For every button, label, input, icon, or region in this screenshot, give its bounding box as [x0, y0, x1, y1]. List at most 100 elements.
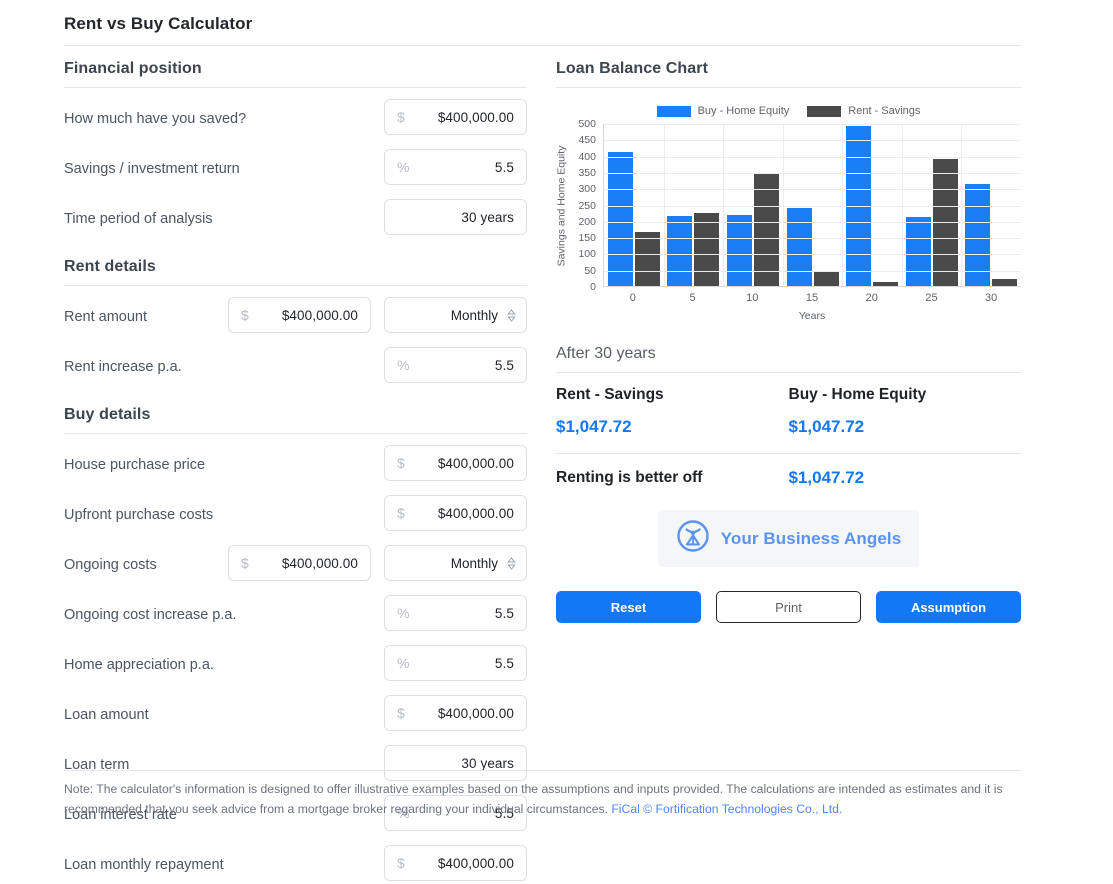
input-fields: 30 years [384, 199, 527, 235]
field-value: 5.5 [494, 357, 514, 373]
page-title: Rent vs Buy Calculator [64, 14, 253, 33]
assumption-button[interactable]: Assumption [876, 591, 1021, 623]
verdict-amount: $1,047.72 [788, 468, 865, 487]
input-label: Home appreciation p.a. [64, 656, 214, 673]
input-label: Ongoing costs [64, 556, 157, 573]
field-value: 5.5 [494, 655, 514, 671]
input-row-upfront-purchase-costs: Upfront purchase costs $ $400,000.00 [64, 495, 527, 534]
chart-y-axis-ticks: 0 50 100 150 200 250 300 350 400 450 500 [570, 118, 600, 293]
reset-button[interactable]: Reset [556, 591, 701, 623]
input-row-time-period-of-analysis: Time period of analysis 30 years [64, 199, 527, 238]
field-time-period-of-analysis[interactable]: 30 years [384, 199, 527, 235]
title-divider [64, 45, 1021, 46]
input-row-house-purchase-price: House purchase price $ $400,000.00 [64, 445, 527, 484]
footer-note-text: Note: The calculator's information is de… [64, 782, 1003, 816]
result-amount: $1,047.72 [556, 417, 632, 436]
action-buttons: Reset Print Assumption [556, 591, 1021, 623]
field-ongoing-costs[interactable]: $ $400,000.00 [228, 545, 371, 581]
field-value: $400,000.00 [437, 455, 514, 471]
category-divider [961, 124, 963, 286]
input-fields: $ $400,000.00 [384, 495, 527, 531]
verdict-row: Renting is better off $1,047.72 [556, 454, 1021, 488]
input-fields: $ $400,000.00 Monthly [228, 545, 527, 581]
legend-swatch [807, 105, 842, 117]
section-financial-position: Financial position [64, 60, 527, 88]
field-how-much-have-you-saved[interactable]: $ $400,000.00 [384, 99, 527, 135]
brand-pill: Your Business Angels [657, 510, 920, 567]
unit-prefix: % [397, 159, 410, 175]
result-label: Rent - Savings [556, 386, 664, 403]
field-value: $400,000.00 [437, 109, 514, 125]
bar-rent-savings-20 [873, 282, 899, 286]
input-label: Loan amount [64, 706, 149, 723]
gridline [604, 205, 1021, 207]
category-divider [782, 124, 784, 286]
field-home-appreciation-p-a[interactable]: % 5.5 [384, 645, 527, 681]
gridline [604, 270, 1021, 272]
input-row-loan-monthly-repayment: Loan monthly repayment $ $400,000.00 [64, 845, 527, 884]
section-heading: Buy details [64, 406, 151, 423]
chart-y-axis-title: Savings and Home Equity [555, 145, 568, 266]
unit-prefix: $ [241, 307, 249, 323]
unit-prefix: % [397, 357, 410, 373]
input-fields: % 5.5 [384, 347, 527, 383]
field-upfront-purchase-costs[interactable]: $ $400,000.00 [384, 495, 527, 531]
bar-buy-home-equity-25 [905, 216, 931, 286]
input-label: How much have you saved? [64, 110, 247, 127]
input-label: Savings / investment return [64, 160, 240, 177]
financial-position-rows: How much have you saved? $ $400,000.00 Savi… [64, 99, 527, 238]
section-divider [64, 433, 527, 434]
footer-link[interactable]: FiCal © Fortification Technologies Co., … [611, 802, 842, 816]
bar-rent-savings-5 [694, 212, 720, 286]
section-heading: Financial position [64, 60, 202, 77]
y-tick-label: 150 [578, 232, 596, 245]
results-heading: After 30 years [556, 345, 656, 362]
y-tick-label: 350 [578, 166, 596, 179]
x-tick-label: 5 [689, 292, 696, 304]
section-divider [64, 285, 527, 286]
field-loan-amount[interactable]: $ $400,000.00 [384, 695, 527, 731]
field-house-purchase-price[interactable]: $ $400,000.00 [384, 445, 527, 481]
input-fields: 30 years [384, 745, 527, 781]
bar-rent-savings-0 [634, 231, 660, 286]
bar-group-5 [664, 212, 724, 286]
field-rent-amount[interactable]: $ $400,000.00 [228, 297, 371, 333]
frequency-select-rent-amount[interactable]: Monthly [384, 297, 527, 333]
category-divider [901, 124, 903, 286]
verdict-label: Renting is better off [556, 469, 703, 486]
field-rent-increase-p-a[interactable]: % 5.5 [384, 347, 527, 383]
section-divider [64, 87, 527, 88]
x-tick-label: 25 [925, 292, 938, 304]
unit-prefix: $ [397, 705, 405, 721]
result-column-rent-savings: Rent - Savings $1,047.72 [556, 386, 789, 437]
unit-prefix: $ [397, 855, 405, 871]
angel-logo-icon [676, 519, 710, 558]
bar-buy-home-equity-15 [786, 207, 812, 286]
legend-item-rent-savings: Rent - Savings [807, 105, 920, 117]
unit-prefix: $ [397, 455, 405, 471]
field-savings-investment-return[interactable]: % 5.5 [384, 149, 527, 185]
section-buy-details: Buy details [64, 406, 527, 434]
input-fields: $ $400,000.00 [384, 695, 527, 731]
gridline [604, 156, 1021, 158]
input-row-rent-increase-p-a: Rent increase p.a.% 5.5 [64, 347, 527, 386]
field-ongoing-cost-increase-p-a[interactable]: % 5.5 [384, 595, 527, 631]
bar-rent-savings-15 [813, 271, 839, 286]
x-tick-label: 30 [985, 292, 998, 304]
y-tick-label: 300 [578, 183, 596, 196]
print-button[interactable]: Print [716, 591, 861, 623]
field-loan-monthly-repayment[interactable]: $ $400,000.00 [384, 845, 527, 881]
input-row-how-much-have-you-saved: How much have you saved? $ $400,000.00 [64, 99, 527, 138]
input-label: Time period of analysis [64, 210, 213, 227]
gridline [604, 124, 1021, 125]
bar-buy-home-equity-5 [667, 215, 693, 286]
field-loan-term[interactable]: 30 years [384, 745, 527, 781]
field-value: 5.5 [494, 605, 514, 621]
chart-plot-area: Savings and Home Equity 0 50 100 150 200 250 3… [555, 118, 1021, 324]
input-fields: % 5.5 [384, 595, 527, 631]
frequency-select-ongoing-costs[interactable]: Monthly [384, 545, 527, 581]
category-divider [723, 124, 725, 286]
field-value: $400,000.00 [437, 705, 514, 721]
chart-x-axis-ticks: 0 5 10 15 20 25 30 [603, 292, 1021, 304]
x-tick-label: 10 [746, 292, 759, 304]
